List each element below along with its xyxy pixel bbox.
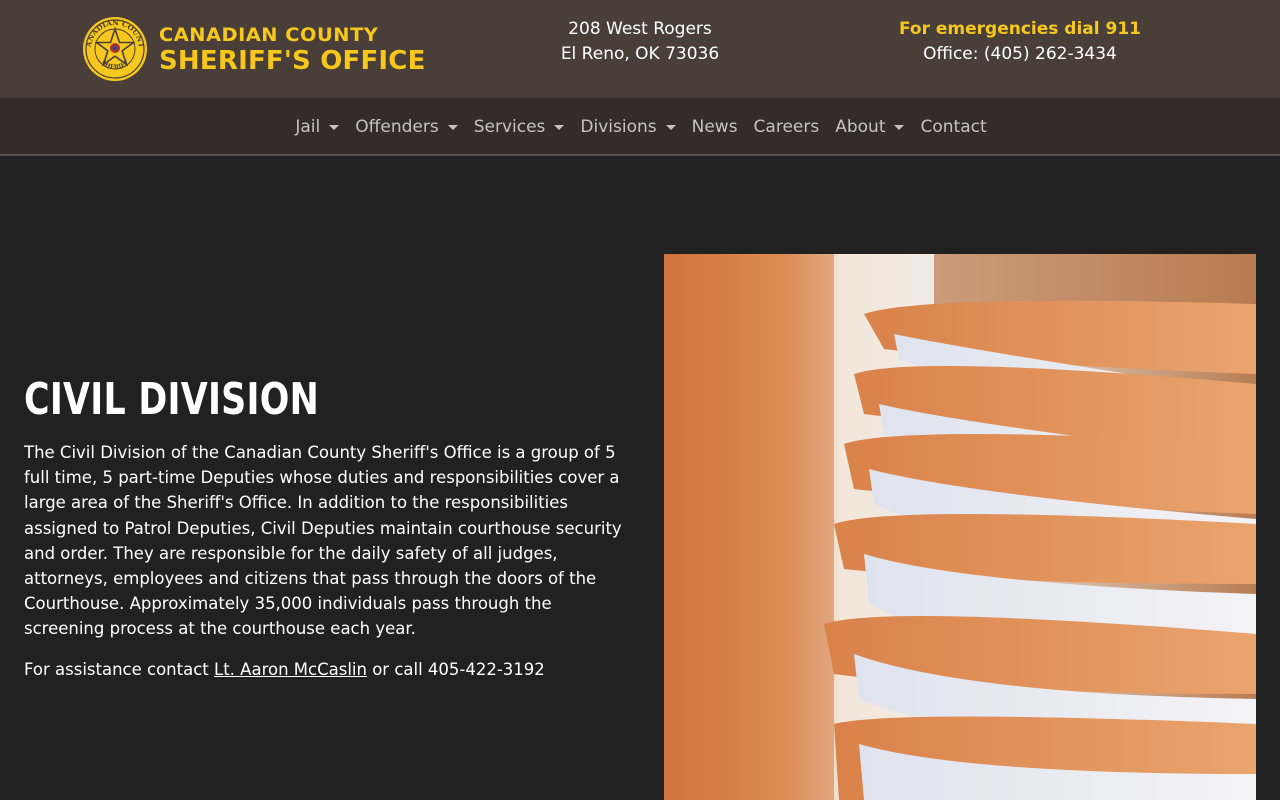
assistance-line: For assistance contact Lt. Aaron McCasli… <box>24 657 624 682</box>
nav-label: News <box>691 117 738 137</box>
site-header: CANADIAN COUNTY SHERIFF Canadian County … <box>0 0 1280 98</box>
nav-label: Careers <box>753 117 820 137</box>
site-logo[interactable]: CANADIAN COUNTY SHERIFF Canadian County … <box>82 16 442 82</box>
nav-item-news[interactable]: News <box>684 117 746 137</box>
nav-list: Jail Offenders Services Divisions News C… <box>0 98 1280 156</box>
assistance-suffix: or call 405-422-3192 <box>366 659 545 679</box>
logo-line-1: Canadian County <box>159 24 379 46</box>
chevron-down-icon <box>447 124 458 130</box>
emergency-notice: For emergencies dial 911 <box>898 19 1142 39</box>
nav-label: Offenders <box>355 117 439 137</box>
sheriff-badge-icon: CANADIAN COUNTY SHERIFF <box>82 16 147 81</box>
chevron-down-icon <box>894 124 905 130</box>
office-address: 208 West Rogers El Reno, OK 73036 <box>540 17 740 67</box>
nav-item-offenders[interactable]: Offenders <box>347 117 465 137</box>
nav-item-divisions[interactable]: Divisions <box>572 117 683 137</box>
office-phone[interactable]: Office: (405) 262-3434 <box>880 42 1160 67</box>
nav-item-contact[interactable]: Contact <box>912 117 994 137</box>
logo-wordmark: Canadian County Sheriff's Office <box>159 26 426 76</box>
contact-person-link[interactable]: Lt. Aaron McCaslin <box>214 660 367 679</box>
file-folders-photo <box>664 254 1256 800</box>
nav-label: Services <box>473 117 546 137</box>
nav-item-about[interactable]: About <box>827 117 912 137</box>
nav-item-services[interactable]: Services <box>466 117 573 137</box>
chevron-down-icon <box>665 124 676 130</box>
page-title: CIVIL DIVISION <box>24 374 320 425</box>
nav-label: Divisions <box>580 117 657 137</box>
nav-label: Contact <box>920 117 987 137</box>
logo-line-2: Sheriff's Office <box>159 46 426 76</box>
nav-item-careers[interactable]: Careers <box>746 117 828 137</box>
nav-label: About <box>835 117 886 137</box>
main-content: CIVIL DIVISION The Civil Division of the… <box>24 370 624 682</box>
contact-info: For emergencies dial 911 Office: (405) 2… <box>880 17 1160 67</box>
division-description: The Civil Division of the Canadian Count… <box>24 443 622 639</box>
chevron-down-icon <box>329 124 340 130</box>
nav-item-jail[interactable]: Jail <box>287 117 347 137</box>
chevron-down-icon <box>554 124 565 130</box>
folders-illustration <box>664 254 1256 800</box>
address-street: 208 West Rogers <box>568 19 712 39</box>
nav-label: Jail <box>295 117 321 137</box>
address-city: El Reno, OK 73036 <box>560 44 720 64</box>
main-nav: Jail Offenders Services Divisions News C… <box>0 98 1280 156</box>
assistance-prefix: For assistance contact <box>24 659 215 679</box>
